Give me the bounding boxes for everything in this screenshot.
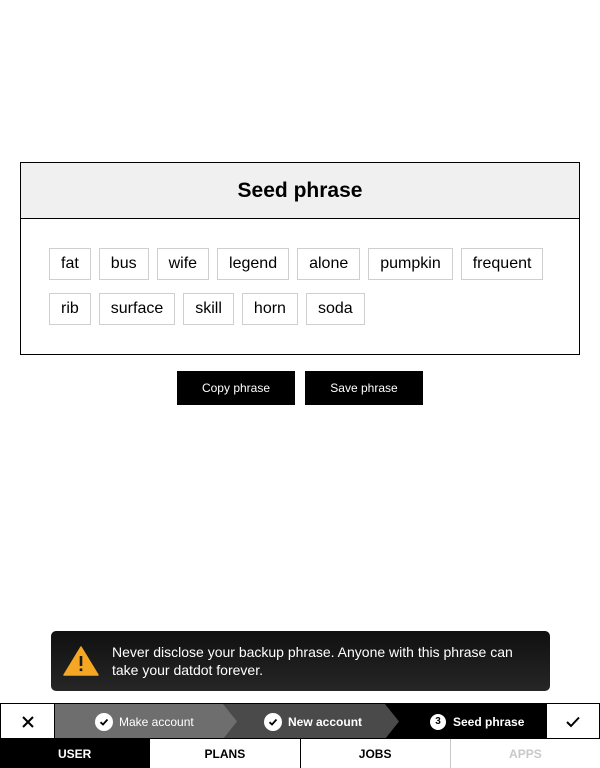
tab-plans[interactable]: PLANS [149, 739, 300, 768]
seed-word: skill [183, 293, 234, 325]
save-phrase-button[interactable]: Save phrase [305, 371, 423, 405]
seed-word: wife [156, 248, 210, 280]
seed-word: fat [49, 248, 91, 280]
step-list: Make account New account 3 Seed phrase [55, 704, 547, 739]
bottom-tab-bar: USER PLANS JOBS APPS [0, 738, 600, 768]
copy-phrase-button[interactable]: Copy phrase [177, 371, 295, 405]
step-label: Make account [119, 714, 194, 729]
step-make-account[interactable]: Make account [55, 704, 239, 739]
check-circle-icon [264, 712, 282, 731]
progress-stepper: Make account New account 3 Seed phrase [0, 703, 600, 739]
tab-apps[interactable]: APPS [449, 739, 600, 768]
seed-phrase-header: Seed phrase [21, 163, 579, 219]
warning-message: Never disclose your backup phrase. Anyon… [112, 644, 513, 678]
seed-word: legend [217, 248, 290, 280]
seed-word: surface [98, 293, 176, 325]
seed-word: alone [297, 248, 361, 280]
warning-toast: Never disclose your backup phrase. Anyon… [51, 631, 550, 691]
close-icon [21, 715, 34, 728]
seed-word: horn [241, 293, 298, 325]
tab-user[interactable]: USER [0, 739, 150, 768]
checkmark-icon [565, 716, 580, 727]
step-new-account[interactable]: New account [223, 704, 401, 739]
confirm-button[interactable] [545, 704, 599, 739]
close-button[interactable] [1, 704, 55, 739]
step-number-badge: 3 [430, 713, 446, 730]
seed-word: soda [305, 293, 365, 325]
seed-word: rib [49, 293, 91, 325]
seed-word: bus [98, 248, 149, 280]
tab-jobs[interactable]: JOBS [299, 739, 450, 768]
seed-word-list: fat bus wife legend alone pumpkin freque… [21, 219, 561, 338]
seed-word: frequent [460, 248, 544, 280]
warning-icon [63, 646, 99, 676]
seed-word: pumpkin [368, 248, 453, 280]
check-circle-icon [95, 712, 113, 731]
step-label: New account [288, 714, 363, 729]
seed-phrase-title: Seed phrase [237, 178, 363, 202]
phrase-actions: Copy phrase Save phrase [0, 371, 600, 405]
step-seed-phrase[interactable]: 3 Seed phrase [385, 704, 547, 739]
step-label: Seed phrase [453, 714, 525, 729]
seed-phrase-card: Seed phrase fat bus wife legend alone pu… [20, 162, 580, 355]
